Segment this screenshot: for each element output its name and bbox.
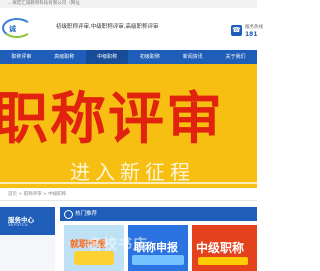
breadcrumb-text: 首页 > 职称评审 > 中级职称 (8, 192, 67, 197)
hotline-label: 服务热线 (245, 25, 263, 30)
nav-item-news[interactable]: 新闻资讯 (171, 50, 214, 64)
service-center-panel: 服务中心 SERVICE (0, 207, 55, 271)
service-center-subtitle: SERVICE (8, 222, 29, 227)
watermark: 名校书店 (88, 237, 148, 253)
site-tagline: 初级职称评审,中级职称评审,高级职称评审 (56, 24, 159, 30)
breadcrumb: 首页 > 职称评审 > 中级职称 (0, 188, 257, 201)
recommend-card[interactable]: 中级职称 (192, 225, 257, 271)
recommend-icon (64, 210, 73, 219)
top-strip-text: ...保定汇诚教育科技有限公司（网址 (8, 1, 80, 6)
nav-item-title-review[interactable]: 职称评审 (0, 50, 43, 64)
logo-text: 诚 (9, 25, 16, 33)
banner-headline: 职称评审 (0, 87, 224, 152)
banner-divider (0, 182, 257, 184)
nav-item-about[interactable]: 关于我们 (214, 50, 257, 64)
banner-subline: 进入新征程 (70, 160, 195, 184)
hot-recommend-title: 热门推荐 (75, 211, 98, 217)
site-logo[interactable]: 诚 (0, 15, 52, 39)
logo-mark-icon (2, 18, 32, 38)
nav-item-intermediate[interactable]: 中级职称 (85, 50, 129, 64)
nav-item-junior[interactable]: 初级职称 (128, 50, 171, 64)
hot-recommend-header: 热门推荐 (60, 207, 257, 221)
main-nav: 职称评审 高级职称 中级职称 初级职称 新闻资讯 关于我们 (0, 50, 257, 64)
nav-item-senior[interactable]: 高级职称 (43, 50, 86, 64)
hotline-number[interactable]: 181 (245, 31, 258, 38)
service-list (0, 235, 55, 271)
card-illustration (198, 257, 248, 265)
recommend-card-title: 中级职称 (196, 241, 245, 255)
card-illustration (132, 255, 184, 265)
hero-banner[interactable]: 职称评审 进入新征程 (0, 64, 257, 188)
phone-icon: ☎ (231, 25, 242, 36)
